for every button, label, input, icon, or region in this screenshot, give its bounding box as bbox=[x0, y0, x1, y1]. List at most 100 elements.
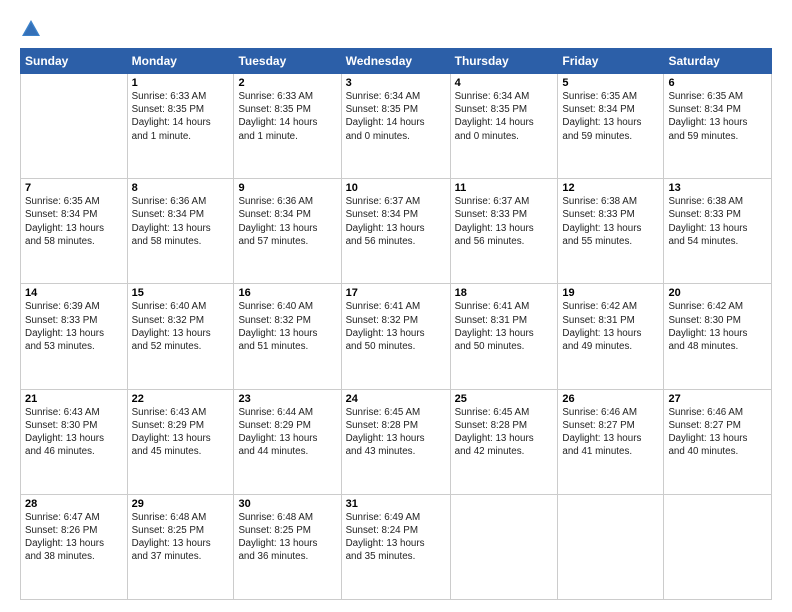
day-info: Sunrise: 6:33 AM Sunset: 8:35 PM Dayligh… bbox=[132, 90, 230, 143]
day-number: 3 bbox=[346, 77, 446, 89]
day-info: Sunrise: 6:44 AM Sunset: 8:29 PM Dayligh… bbox=[238, 406, 336, 459]
day-number: 15 bbox=[132, 287, 230, 299]
day-info: Sunrise: 6:33 AM Sunset: 8:35 PM Dayligh… bbox=[238, 90, 336, 143]
weekday-header-sunday: Sunday bbox=[21, 49, 128, 74]
calendar-day-29: 29Sunrise: 6:48 AM Sunset: 8:25 PM Dayli… bbox=[127, 494, 234, 599]
weekday-row: SundayMondayTuesdayWednesdayThursdayFrid… bbox=[21, 49, 772, 74]
day-number: 22 bbox=[132, 393, 230, 405]
day-info: Sunrise: 6:48 AM Sunset: 8:25 PM Dayligh… bbox=[238, 511, 336, 564]
day-info: Sunrise: 6:35 AM Sunset: 8:34 PM Dayligh… bbox=[668, 90, 767, 143]
day-number: 23 bbox=[238, 393, 336, 405]
calendar-day-21: 21Sunrise: 6:43 AM Sunset: 8:30 PM Dayli… bbox=[21, 389, 128, 494]
header bbox=[20, 18, 772, 40]
calendar-day-3: 3Sunrise: 6:34 AM Sunset: 8:35 PM Daylig… bbox=[341, 74, 450, 179]
calendar-day-9: 9Sunrise: 6:36 AM Sunset: 8:34 PM Daylig… bbox=[234, 179, 341, 284]
calendar-day-12: 12Sunrise: 6:38 AM Sunset: 8:33 PM Dayli… bbox=[558, 179, 664, 284]
calendar-day-18: 18Sunrise: 6:41 AM Sunset: 8:31 PM Dayli… bbox=[450, 284, 558, 389]
calendar-empty-cell bbox=[558, 494, 664, 599]
day-number: 1 bbox=[132, 77, 230, 89]
day-number: 28 bbox=[25, 498, 123, 510]
calendar-day-30: 30Sunrise: 6:48 AM Sunset: 8:25 PM Dayli… bbox=[234, 494, 341, 599]
calendar-day-15: 15Sunrise: 6:40 AM Sunset: 8:32 PM Dayli… bbox=[127, 284, 234, 389]
calendar-day-20: 20Sunrise: 6:42 AM Sunset: 8:30 PM Dayli… bbox=[664, 284, 772, 389]
day-number: 30 bbox=[238, 498, 336, 510]
day-info: Sunrise: 6:36 AM Sunset: 8:34 PM Dayligh… bbox=[238, 195, 336, 248]
weekday-header-tuesday: Tuesday bbox=[234, 49, 341, 74]
calendar-day-25: 25Sunrise: 6:45 AM Sunset: 8:28 PM Dayli… bbox=[450, 389, 558, 494]
day-number: 29 bbox=[132, 498, 230, 510]
calendar-day-22: 22Sunrise: 6:43 AM Sunset: 8:29 PM Dayli… bbox=[127, 389, 234, 494]
day-number: 24 bbox=[346, 393, 446, 405]
calendar-day-10: 10Sunrise: 6:37 AM Sunset: 8:34 PM Dayli… bbox=[341, 179, 450, 284]
weekday-header-saturday: Saturday bbox=[664, 49, 772, 74]
day-number: 8 bbox=[132, 182, 230, 194]
day-number: 21 bbox=[25, 393, 123, 405]
calendar-day-14: 14Sunrise: 6:39 AM Sunset: 8:33 PM Dayli… bbox=[21, 284, 128, 389]
day-info: Sunrise: 6:40 AM Sunset: 8:32 PM Dayligh… bbox=[132, 300, 230, 353]
calendar-day-5: 5Sunrise: 6:35 AM Sunset: 8:34 PM Daylig… bbox=[558, 74, 664, 179]
weekday-header-friday: Friday bbox=[558, 49, 664, 74]
calendar-week-row: 28Sunrise: 6:47 AM Sunset: 8:26 PM Dayli… bbox=[21, 494, 772, 599]
day-info: Sunrise: 6:35 AM Sunset: 8:34 PM Dayligh… bbox=[25, 195, 123, 248]
day-info: Sunrise: 6:46 AM Sunset: 8:27 PM Dayligh… bbox=[562, 406, 659, 459]
calendar-day-28: 28Sunrise: 6:47 AM Sunset: 8:26 PM Dayli… bbox=[21, 494, 128, 599]
calendar-day-19: 19Sunrise: 6:42 AM Sunset: 8:31 PM Dayli… bbox=[558, 284, 664, 389]
day-info: Sunrise: 6:40 AM Sunset: 8:32 PM Dayligh… bbox=[238, 300, 336, 353]
day-info: Sunrise: 6:34 AM Sunset: 8:35 PM Dayligh… bbox=[346, 90, 446, 143]
day-info: Sunrise: 6:47 AM Sunset: 8:26 PM Dayligh… bbox=[25, 511, 123, 564]
logo-icon bbox=[20, 18, 42, 40]
day-info: Sunrise: 6:38 AM Sunset: 8:33 PM Dayligh… bbox=[668, 195, 767, 248]
calendar-day-6: 6Sunrise: 6:35 AM Sunset: 8:34 PM Daylig… bbox=[664, 74, 772, 179]
page: SundayMondayTuesdayWednesdayThursdayFrid… bbox=[0, 0, 792, 612]
day-info: Sunrise: 6:43 AM Sunset: 8:29 PM Dayligh… bbox=[132, 406, 230, 459]
day-info: Sunrise: 6:42 AM Sunset: 8:30 PM Dayligh… bbox=[668, 300, 767, 353]
calendar-table: SundayMondayTuesdayWednesdayThursdayFrid… bbox=[20, 48, 772, 600]
day-number: 20 bbox=[668, 287, 767, 299]
day-info: Sunrise: 6:37 AM Sunset: 8:33 PM Dayligh… bbox=[455, 195, 554, 248]
weekday-header-thursday: Thursday bbox=[450, 49, 558, 74]
calendar-day-27: 27Sunrise: 6:46 AM Sunset: 8:27 PM Dayli… bbox=[664, 389, 772, 494]
calendar-day-16: 16Sunrise: 6:40 AM Sunset: 8:32 PM Dayli… bbox=[234, 284, 341, 389]
day-number: 2 bbox=[238, 77, 336, 89]
day-info: Sunrise: 6:42 AM Sunset: 8:31 PM Dayligh… bbox=[562, 300, 659, 353]
weekday-header-monday: Monday bbox=[127, 49, 234, 74]
day-number: 18 bbox=[455, 287, 554, 299]
day-number: 27 bbox=[668, 393, 767, 405]
day-info: Sunrise: 6:46 AM Sunset: 8:27 PM Dayligh… bbox=[668, 406, 767, 459]
calendar-day-7: 7Sunrise: 6:35 AM Sunset: 8:34 PM Daylig… bbox=[21, 179, 128, 284]
calendar-body: 1Sunrise: 6:33 AM Sunset: 8:35 PM Daylig… bbox=[21, 74, 772, 600]
day-number: 16 bbox=[238, 287, 336, 299]
day-number: 6 bbox=[668, 77, 767, 89]
day-info: Sunrise: 6:41 AM Sunset: 8:32 PM Dayligh… bbox=[346, 300, 446, 353]
day-number: 4 bbox=[455, 77, 554, 89]
calendar-week-row: 21Sunrise: 6:43 AM Sunset: 8:30 PM Dayli… bbox=[21, 389, 772, 494]
day-number: 26 bbox=[562, 393, 659, 405]
day-info: Sunrise: 6:38 AM Sunset: 8:33 PM Dayligh… bbox=[562, 195, 659, 248]
day-number: 31 bbox=[346, 498, 446, 510]
day-number: 12 bbox=[562, 182, 659, 194]
calendar-day-31: 31Sunrise: 6:49 AM Sunset: 8:24 PM Dayli… bbox=[341, 494, 450, 599]
calendar-day-2: 2Sunrise: 6:33 AM Sunset: 8:35 PM Daylig… bbox=[234, 74, 341, 179]
weekday-header-wednesday: Wednesday bbox=[341, 49, 450, 74]
calendar-day-1: 1Sunrise: 6:33 AM Sunset: 8:35 PM Daylig… bbox=[127, 74, 234, 179]
calendar-empty-cell bbox=[21, 74, 128, 179]
calendar-week-row: 14Sunrise: 6:39 AM Sunset: 8:33 PM Dayli… bbox=[21, 284, 772, 389]
day-number: 5 bbox=[562, 77, 659, 89]
calendar-day-11: 11Sunrise: 6:37 AM Sunset: 8:33 PM Dayli… bbox=[450, 179, 558, 284]
calendar-day-26: 26Sunrise: 6:46 AM Sunset: 8:27 PM Dayli… bbox=[558, 389, 664, 494]
day-number: 10 bbox=[346, 182, 446, 194]
day-number: 14 bbox=[25, 287, 123, 299]
day-info: Sunrise: 6:39 AM Sunset: 8:33 PM Dayligh… bbox=[25, 300, 123, 353]
day-info: Sunrise: 6:43 AM Sunset: 8:30 PM Dayligh… bbox=[25, 406, 123, 459]
calendar-day-13: 13Sunrise: 6:38 AM Sunset: 8:33 PM Dayli… bbox=[664, 179, 772, 284]
day-number: 13 bbox=[668, 182, 767, 194]
day-number: 19 bbox=[562, 287, 659, 299]
calendar-header: SundayMondayTuesdayWednesdayThursdayFrid… bbox=[21, 49, 772, 74]
day-number: 9 bbox=[238, 182, 336, 194]
day-info: Sunrise: 6:35 AM Sunset: 8:34 PM Dayligh… bbox=[562, 90, 659, 143]
day-info: Sunrise: 6:34 AM Sunset: 8:35 PM Dayligh… bbox=[455, 90, 554, 143]
day-info: Sunrise: 6:48 AM Sunset: 8:25 PM Dayligh… bbox=[132, 511, 230, 564]
day-info: Sunrise: 6:41 AM Sunset: 8:31 PM Dayligh… bbox=[455, 300, 554, 353]
calendar-week-row: 1Sunrise: 6:33 AM Sunset: 8:35 PM Daylig… bbox=[21, 74, 772, 179]
calendar-empty-cell bbox=[664, 494, 772, 599]
